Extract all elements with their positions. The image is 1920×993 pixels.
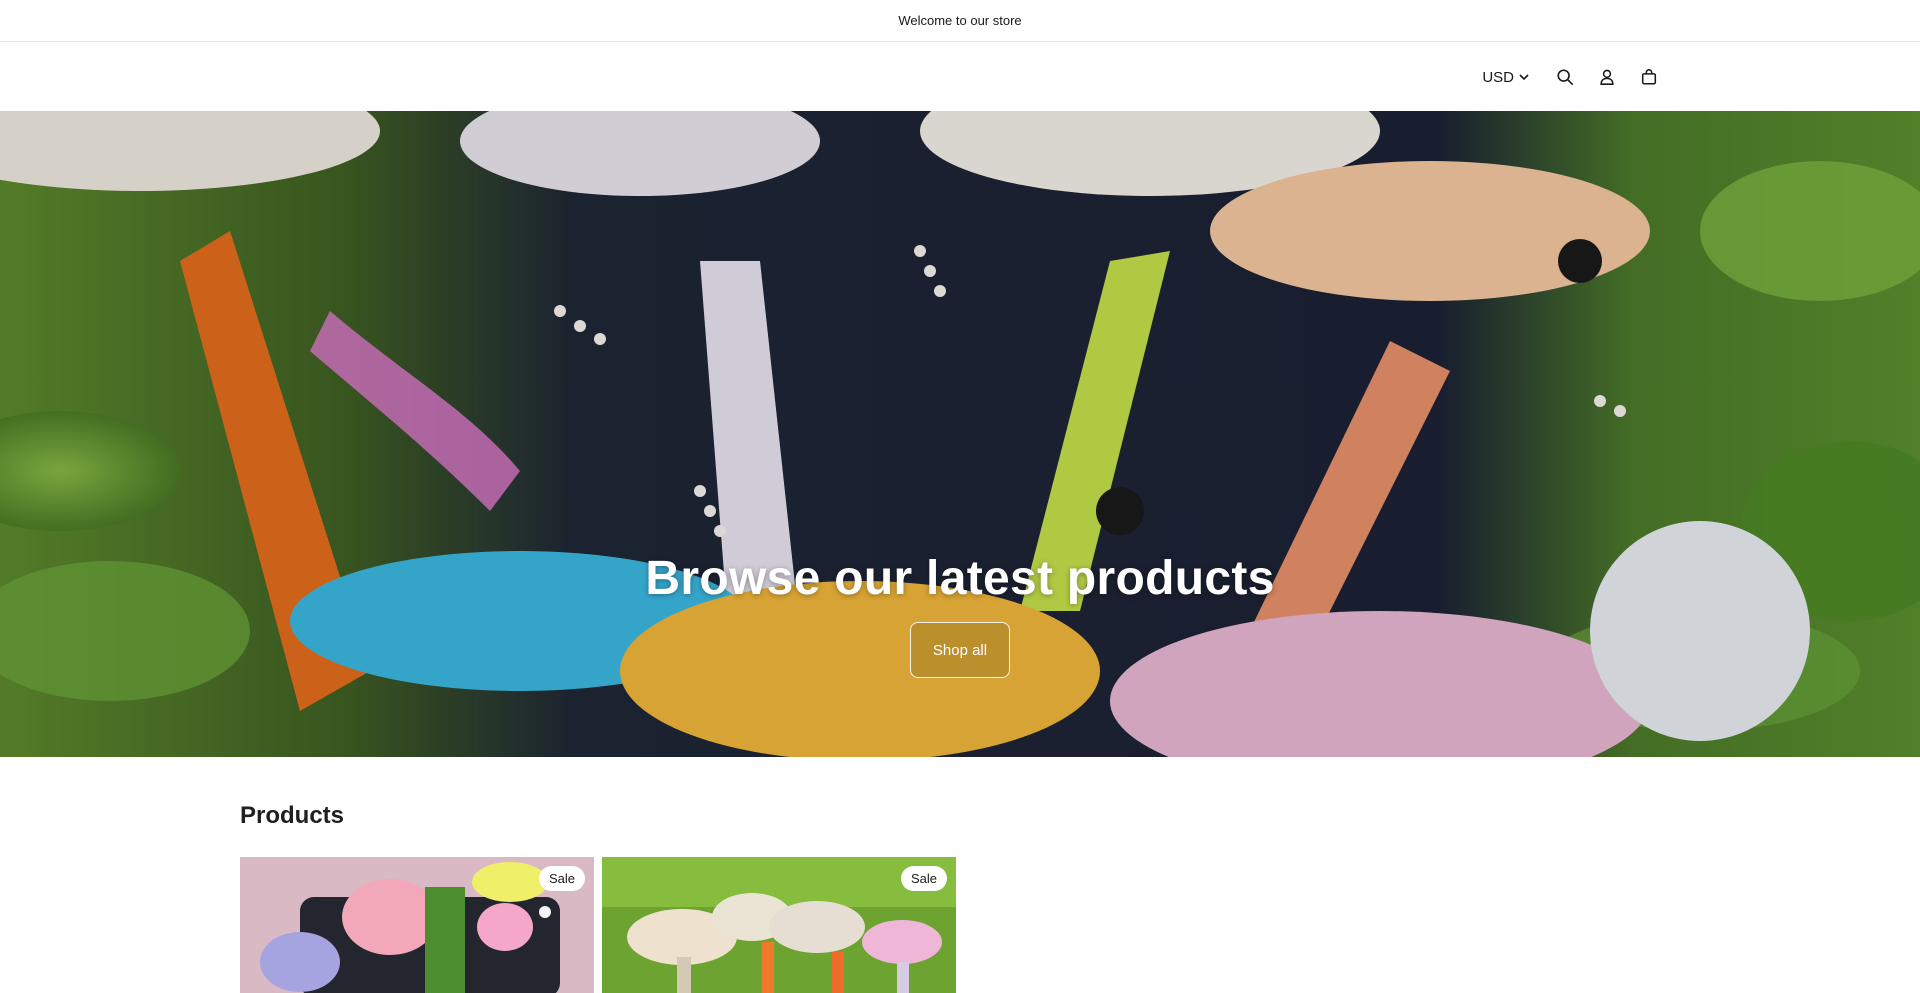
product-card[interactable]: Sale <box>240 857 594 993</box>
cart-button[interactable] <box>1628 56 1670 98</box>
product-grid: Sale Sale <box>240 857 956 993</box>
shop-all-button[interactable]: Shop all <box>910 622 1010 678</box>
account-button[interactable] <box>1586 56 1628 98</box>
cart-icon <box>1641 69 1657 85</box>
hero-content: Browse our latest products Shop all <box>0 551 1920 678</box>
search-button[interactable] <box>1544 56 1586 98</box>
search-icon <box>1557 69 1574 86</box>
account-icon <box>1600 69 1614 85</box>
sale-badge: Sale <box>538 866 585 891</box>
currency-selector[interactable]: USD <box>1482 69 1530 86</box>
hero-title: Browse our latest products <box>645 552 1275 605</box>
sale-badge: Sale <box>900 866 947 891</box>
announcement-bar: Welcome to our store <box>0 0 1920 42</box>
products-heading: Products <box>240 802 345 829</box>
currency-label: USD <box>1482 68 1514 86</box>
header-actions: USD <box>1482 43 1670 111</box>
chevron-down-icon <box>1519 74 1529 81</box>
site-header: USD <box>0 43 1920 111</box>
hero-banner: Browse our latest products Shop all <box>0 111 1920 757</box>
product-card[interactable]: Sale <box>602 857 956 993</box>
announcement-text: Welcome to our store <box>898 13 1022 28</box>
